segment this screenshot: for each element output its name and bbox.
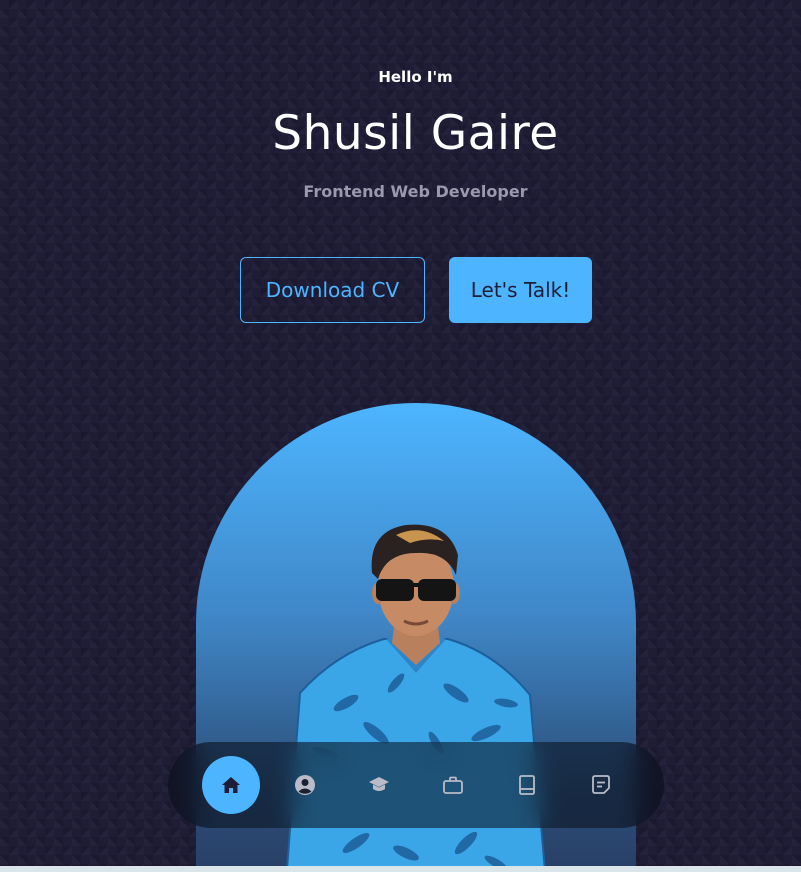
briefcase-icon (443, 776, 463, 794)
bottom-nav (168, 742, 664, 828)
nav-contact[interactable] (572, 756, 630, 814)
nav-experience[interactable] (424, 756, 482, 814)
user-icon (295, 775, 315, 795)
message-icon (592, 775, 610, 794)
download-cv-button[interactable]: Download CV (240, 257, 425, 323)
nav-portfolio[interactable] (498, 756, 556, 814)
role-subtitle: Frontend Web Developer (303, 182, 528, 201)
home-icon (222, 777, 240, 793)
nav-education[interactable] (350, 756, 408, 814)
nav-home[interactable] (202, 756, 260, 814)
greeting-text: Hello I'm (378, 68, 453, 86)
page-title: Shusil Gaire (272, 106, 559, 161)
lets-talk-button[interactable]: Let's Talk! (449, 257, 592, 323)
window-bottom-strip (0, 866, 801, 872)
nav-about[interactable] (276, 756, 334, 814)
book-icon (519, 775, 535, 795)
graduation-cap-icon (369, 777, 389, 791)
